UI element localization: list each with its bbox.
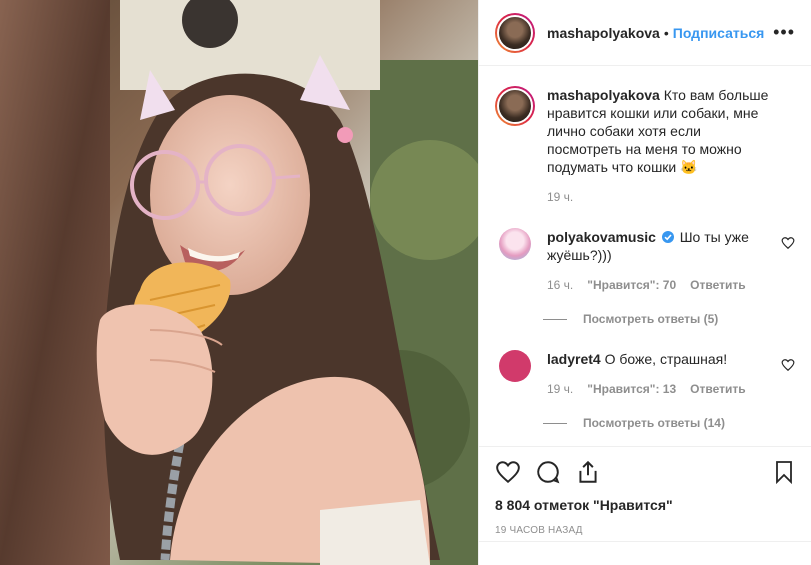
reply-button[interactable]: Ответить [690, 382, 745, 396]
replies-divider [543, 422, 567, 424]
comment-username[interactable]: polyakovamusic [547, 229, 656, 245]
bookmark-icon[interactable] [756, 452, 796, 492]
view-replies-button[interactable]: Посмотреть ответы (14) [543, 416, 795, 430]
verified-icon [661, 231, 674, 243]
comment-time[interactable]: 19 ч. [547, 382, 573, 396]
follow-button[interactable]: Подписаться [673, 25, 765, 41]
heart-icon[interactable] [495, 452, 535, 492]
instagram-post-modal: mashapolyakova • Подписаться ••• mashapo… [0, 0, 811, 565]
comment-like-icon[interactable] [781, 236, 795, 250]
view-replies-button[interactable]: Посмотреть ответы (5) [543, 312, 795, 326]
post-sidebar: mashapolyakova • Подписаться ••• mashapo… [478, 0, 811, 565]
add-comment-area[interactable] [479, 541, 811, 565]
comment-icon[interactable] [535, 452, 575, 492]
more-icon[interactable]: ••• [773, 22, 795, 43]
likes-count[interactable]: 8 804 отметок "Нравится" [495, 497, 796, 513]
comment-body: polyakovamusic Шо ты уже жуёшь?))) 16 ч.… [547, 228, 767, 292]
view-replies-label: Посмотреть ответы (5) [583, 312, 719, 326]
caption-time[interactable]: 19 ч. [547, 190, 795, 204]
post-actions: 8 804 отметок "Нравится" 19 ЧАСОВ НАЗАД [479, 446, 811, 536]
comment-meta: 16 ч. "Нравится": 70 Ответить [547, 278, 767, 292]
author-username[interactable]: mashapolyakova [547, 25, 660, 41]
share-icon[interactable] [575, 452, 615, 492]
separator-dot: • [663, 24, 669, 41]
author-avatar[interactable] [495, 12, 535, 53]
view-replies-label: Посмотреть ответы (14) [583, 416, 725, 430]
comments-list: mashapolyakova Кто вам больше нравится к… [479, 66, 811, 444]
caption: mashapolyakova Кто вам больше нравится к… [495, 86, 795, 176]
comment-avatar[interactable] [499, 228, 531, 260]
comment-time[interactable]: 16 ч. [547, 278, 573, 292]
action-icons [495, 447, 796, 497]
posted-time[interactable]: 19 ЧАСОВ НАЗАД [495, 525, 796, 536]
comment-meta: 19 ч. "Нравится": 13 Ответить [547, 382, 767, 396]
caption-text-block: mashapolyakova Кто вам больше нравится к… [547, 86, 772, 176]
comment-item: polyakovamusic Шо ты уже жуёшь?))) 16 ч.… [495, 228, 795, 292]
comment-avatar[interactable] [499, 350, 531, 382]
replies-divider [543, 318, 567, 320]
comment-likes[interactable]: "Нравится": 70 [587, 278, 676, 292]
comment-username[interactable]: ladyret4 [547, 351, 601, 367]
caption-avatar[interactable] [495, 86, 535, 126]
comment-likes[interactable]: "Нравится": 13 [587, 382, 676, 396]
post-header: mashapolyakova • Подписаться ••• [479, 0, 811, 66]
reply-button[interactable]: Ответить [690, 278, 745, 292]
photo-illustration [0, 0, 478, 565]
comment-item: ladyret4 О боже, страшная! 19 ч. "Нравит… [495, 350, 795, 396]
comment-like-icon[interactable] [781, 358, 795, 372]
comment-text: О боже, страшная! [604, 351, 728, 367]
comment-body: ladyret4 О боже, страшная! 19 ч. "Нравит… [547, 350, 767, 396]
caption-username[interactable]: mashapolyakova [547, 87, 660, 103]
post-photo[interactable] [0, 0, 478, 565]
